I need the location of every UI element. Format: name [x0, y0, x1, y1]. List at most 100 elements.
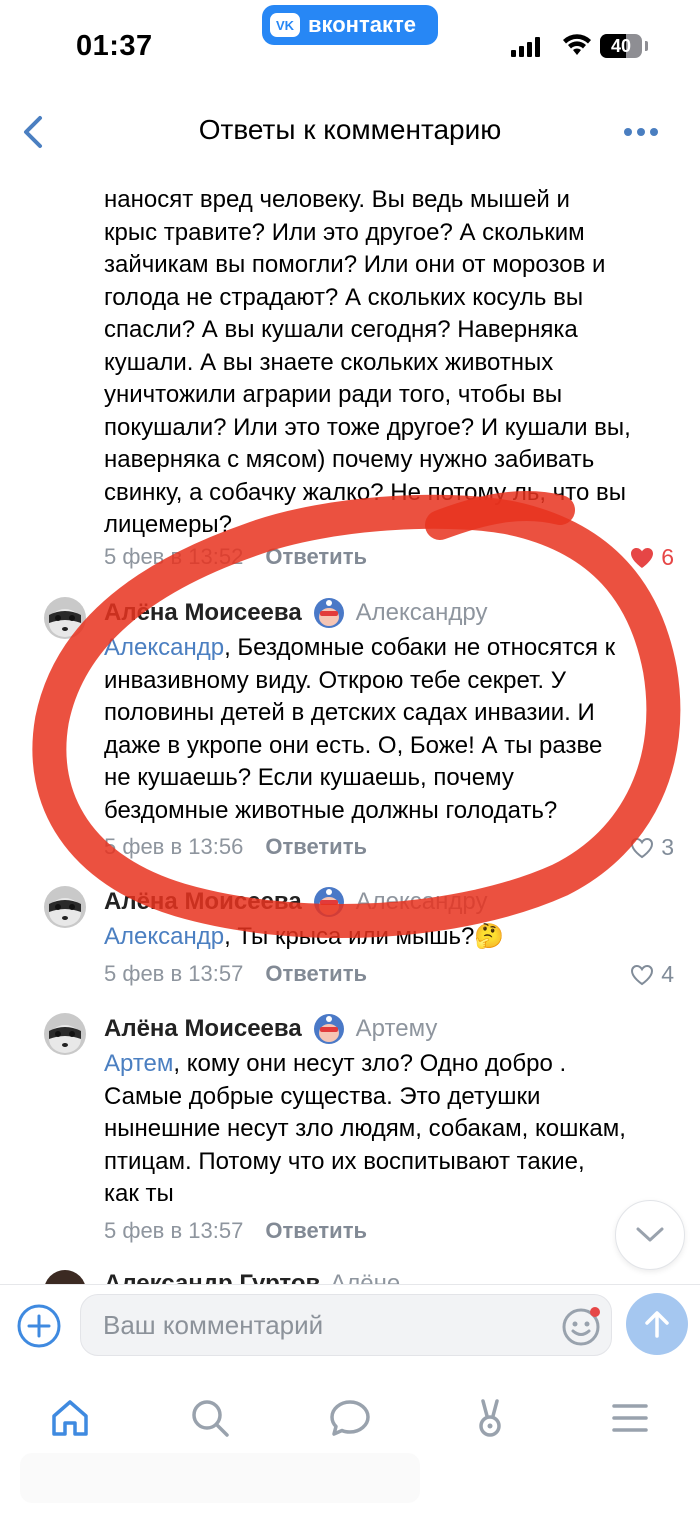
battery-level: 40: [610, 35, 632, 56]
add-attachment-button[interactable]: [16, 1303, 62, 1349]
tab-home[interactable]: [40, 1388, 100, 1448]
raccoon-avatar-icon: [44, 597, 86, 639]
vk-app-name: вконтакте: [308, 12, 417, 37]
menu-icon: [612, 1404, 648, 1432]
comment-line: бездомные животные должны голодать?: [104, 796, 558, 824]
comment-meta: 5 фев в 13:52 Ответить: [104, 544, 367, 570]
arrow-up-icon: [645, 1311, 669, 1338]
like-button[interactable]: 4: [629, 961, 674, 988]
like-count: 3: [661, 834, 674, 860]
tab-search[interactable]: [180, 1388, 240, 1448]
mention-link[interactable]: Александр: [104, 923, 224, 950]
tab-messages[interactable]: [320, 1388, 380, 1448]
like-button[interactable]: 6: [629, 544, 674, 571]
like-count: 6: [661, 544, 674, 570]
more-options-button[interactable]: [624, 120, 668, 144]
battery-cap: [645, 41, 648, 51]
avatar-badge-icon: [313, 1014, 344, 1044]
status-bar: 01:37 VK вконтакте 40: [0, 0, 700, 90]
comment-line: голода не страдают? А скольких косуль вы: [104, 283, 584, 311]
comment-date: 5 фев в 13:57: [104, 961, 244, 986]
comment-input-bar: Ваш комментарий: [0, 1284, 700, 1368]
comment-line: , кому они несут зло? Одно добро .: [173, 1050, 567, 1077]
heart-icon: [631, 964, 654, 985]
comment-line: как ты: [104, 1180, 174, 1207]
avatar-badge-icon: [313, 887, 344, 917]
comment-line: даже в укропе они есть. О, Боже! А ты ра…: [104, 731, 603, 759]
comment-line: наверняка с мясом) почему нужно забивать: [104, 446, 595, 473]
reply-to[interactable]: Александру: [356, 599, 488, 627]
avatar[interactable]: [44, 1013, 86, 1055]
heart-icon: [631, 837, 654, 858]
comment-author[interactable]: Алёна Моисеева: [104, 888, 302, 916]
comment-line: свинку, а собачку жалко? Не потому ль, ч…: [104, 478, 626, 506]
reply-to[interactable]: Александру: [356, 888, 488, 916]
home-icon: [52, 1400, 88, 1436]
wifi-icon: [563, 34, 591, 55]
comment-line: инвазивному виду. Открою тебе секрет. У: [104, 666, 566, 694]
comment-author[interactable]: Александр Гуртов: [104, 1270, 320, 1284]
reply-to[interactable]: Артему: [356, 1015, 438, 1043]
messages-icon: [330, 1400, 370, 1436]
bottom-tab-bar: [0, 1368, 700, 1515]
ellipsis-icon: [624, 128, 632, 136]
send-button[interactable]: [626, 1293, 688, 1355]
comment-line: кушали. А вы знаете скольких животных: [104, 348, 554, 376]
comment-line: крыс травите? Или это другое? А скольким: [104, 218, 585, 246]
comment-author-line: Алёна Моисеева Александру: [104, 885, 487, 919]
comments-list[interactable]: наносят вред человеку. Вы ведь мышей и к…: [0, 164, 700, 1284]
reply-button[interactable]: Ответить: [265, 834, 367, 860]
mention-link[interactable]: Александр: [104, 634, 224, 661]
comment-line: птицам. Потому что их воспитывают такие,: [104, 1147, 585, 1175]
avatar[interactable]: [44, 886, 86, 928]
reply-to[interactable]: Алёне: [330, 1270, 400, 1284]
comment-text: Артем, кому они несут зло? Одно добро . …: [104, 1048, 689, 1211]
like-button[interactable]: 3: [629, 834, 674, 861]
scroll-down-button[interactable]: [615, 1200, 685, 1270]
comment-line: , Бездомные собаки не относятся к: [224, 634, 616, 661]
comment-line: , Ты крыса или мышь?🤔: [224, 923, 505, 950]
comment-line: лицемеры?: [104, 511, 233, 538]
comment-line: половины детей в детских садах инвазии. …: [104, 699, 595, 726]
status-time: 01:37: [76, 30, 153, 62]
battery-icon: 40: [600, 34, 642, 58]
vk-app-pill[interactable]: VK вконтакте: [262, 5, 438, 45]
comment-author[interactable]: Алёна Моисеева: [104, 1015, 302, 1043]
heart-icon: [631, 547, 654, 568]
comment-line: уничтожили аграрии ради того, чтобы вы: [104, 381, 563, 408]
parent-comment-text: наносят вред человеку. Вы ведь мышей и к…: [104, 184, 694, 542]
avatar[interactable]: [44, 597, 86, 639]
vk-logo-icon: VK: [270, 13, 300, 37]
comment-input[interactable]: Ваш комментарий: [80, 1294, 612, 1356]
avatar-badge-icon: [313, 598, 344, 628]
avatar[interactable]: [44, 1270, 86, 1284]
clips-icon: [479, 1399, 501, 1437]
home-indicator: [20, 1453, 420, 1503]
comment-text: Александр, Ты крыса или мышь?🤔: [104, 921, 689, 954]
raccoon-avatar-icon: [44, 1013, 86, 1055]
comment-line: нынешние несут зло людям, собакам, кошка…: [104, 1115, 626, 1142]
emoji-button[interactable]: [560, 1305, 602, 1347]
raccoon-avatar-icon: [44, 886, 86, 928]
reply-button[interactable]: Ответить: [265, 544, 367, 570]
mention-link[interactable]: Артем: [104, 1050, 173, 1077]
comment-date: 5 фев в 13:56: [104, 834, 244, 859]
reply-button[interactable]: Ответить: [265, 961, 367, 987]
chevron-down-icon: [636, 1227, 664, 1242]
comment-author-line: Алёна Моисеева Артему: [104, 1012, 437, 1046]
like-count: 4: [661, 961, 674, 987]
nav-header: Ответы к комментарию: [0, 100, 700, 164]
comment-meta: 5 фев в 13:56 Ответить: [104, 834, 367, 860]
plus-circle-icon: [17, 1304, 61, 1348]
comment-date: 5 фев в 13:52: [104, 544, 244, 569]
comment-line: покушали? Или это тоже другое? И кушали …: [104, 413, 631, 441]
tab-clips[interactable]: [460, 1388, 520, 1448]
comment-author[interactable]: Алёна Моисеева: [104, 599, 302, 627]
search-icon: [192, 1400, 229, 1437]
tab-menu[interactable]: [600, 1388, 660, 1448]
reply-button[interactable]: Ответить: [265, 1218, 367, 1244]
cellular-signal-icon: [511, 37, 540, 57]
page-title: Ответы к комментарию: [198, 114, 502, 145]
comment-line: не кушаешь? Если кушаешь, почему: [104, 764, 514, 791]
comment-author-line: Александр Гуртов Алёне: [104, 1270, 400, 1284]
